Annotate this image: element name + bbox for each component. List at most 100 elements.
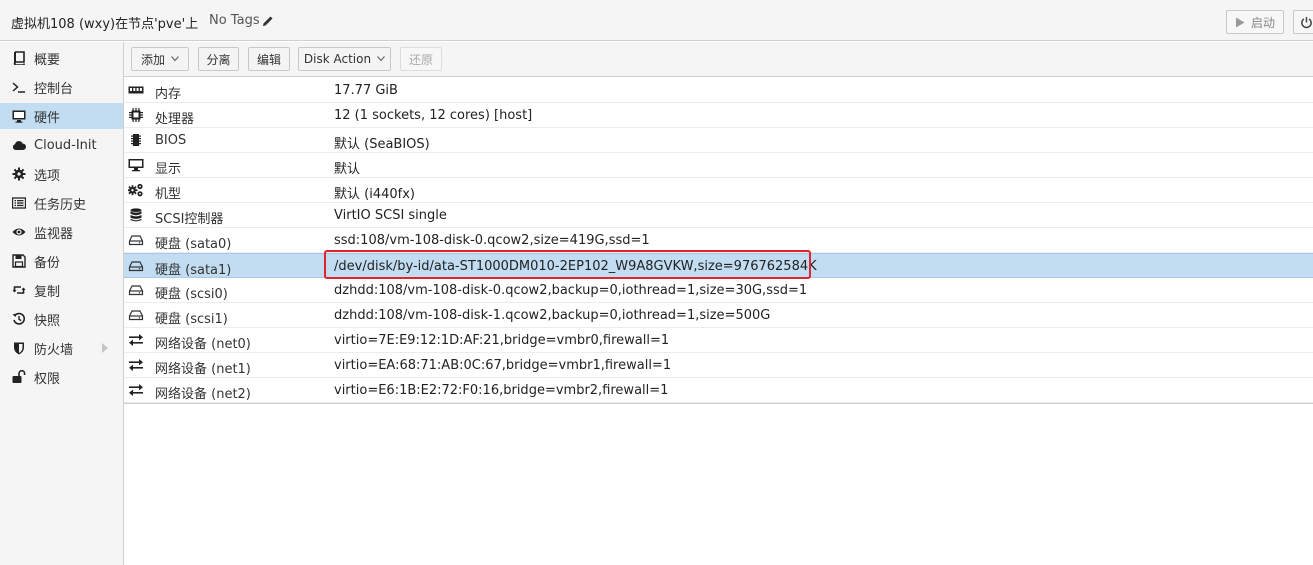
retweet-icon xyxy=(12,283,26,297)
edit-label: 编辑 xyxy=(256,52,281,67)
row-value: 默认 (i440fx) xyxy=(334,187,415,202)
exchange-icon xyxy=(128,358,144,372)
hardware-row-net2[interactable]: 网络设备 (net2) virtio=E6:1B:E2:72:F0:16,bri… xyxy=(124,378,1313,403)
hdd-icon xyxy=(128,259,144,273)
shield-icon xyxy=(12,341,26,355)
nav-item-task-history[interactable]: 任务历史 xyxy=(0,190,123,216)
nav-label: 控制台 xyxy=(34,81,74,97)
eye-icon xyxy=(12,225,26,239)
nav-item-hardware[interactable]: 硬件 xyxy=(0,103,123,129)
hardware-row-machine[interactable]: 机型 默认 (i440fx) xyxy=(124,178,1313,203)
row-label: 硬盘 (scsi0) xyxy=(155,287,228,302)
disk-action-label: Disk Action xyxy=(303,52,372,66)
nav-item-firewall[interactable]: 防火墙 xyxy=(0,335,123,361)
database-icon xyxy=(128,208,144,222)
nav-label: 监视器 xyxy=(34,226,74,242)
row-label: 硬盘 (sata0) xyxy=(155,237,232,252)
start-button[interactable]: 启动 xyxy=(1226,10,1284,34)
row-label: SCSI控制器 xyxy=(155,212,224,227)
row-label: 处理器 xyxy=(155,112,195,127)
hardware-toolbar: 添加 分离 编辑 Disk Action 还原 xyxy=(124,42,1313,77)
nav-item-summary[interactable]: 概要 xyxy=(0,45,123,71)
nav-item-console[interactable]: 控制台 xyxy=(0,74,123,100)
start-label: 启动 xyxy=(1250,15,1275,30)
hardware-row-net0[interactable]: 网络设备 (net0) virtio=7E:E9:12:1D:AF:21,bri… xyxy=(124,328,1313,353)
nav-item-snapshots[interactable]: 快照 xyxy=(0,306,123,332)
desktop-icon xyxy=(12,109,26,123)
hardware-row-memory[interactable]: 内存 17.77 GiB xyxy=(124,78,1313,103)
row-label: BIOS xyxy=(155,133,187,148)
nav-label: 选项 xyxy=(34,168,61,184)
row-label: 机型 xyxy=(155,187,182,202)
nav-label: 硬件 xyxy=(34,110,61,126)
row-label: 网络设备 (net1) xyxy=(155,362,251,377)
hdd-icon xyxy=(128,308,144,322)
nav-item-backup[interactable]: 备份 xyxy=(0,248,123,274)
nav-label: 权限 xyxy=(34,371,61,387)
hardware-row-sata0[interactable]: 硬盘 (sata0) ssd:108/vm-108-disk-0.qcow2,s… xyxy=(124,228,1313,253)
row-value: virtio=7E:E9:12:1D:AF:21,bridge=vmbr0,fi… xyxy=(334,333,670,348)
hardware-row-net1[interactable]: 网络设备 (net1) virtio=EA:68:71:AB:0C:67,bri… xyxy=(124,353,1313,378)
nav-item-monitor[interactable]: 监视器 xyxy=(0,219,123,245)
edit-button[interactable]: 编辑 xyxy=(248,47,290,71)
row-label: 显示 xyxy=(155,162,182,177)
row-label: 内存 xyxy=(155,87,182,102)
nav-label: 概要 xyxy=(34,52,61,68)
detach-button[interactable]: 分离 xyxy=(198,47,239,71)
book-icon xyxy=(12,51,26,65)
cloud-icon xyxy=(12,138,26,152)
chevron-down-icon xyxy=(377,56,386,62)
revert-button[interactable]: 还原 xyxy=(400,47,442,71)
hardware-row-scsi-controller[interactable]: SCSI控制器 VirtIO SCSI single xyxy=(124,203,1313,228)
row-value: dzhdd:108/vm-108-disk-0.qcow2,backup=0,i… xyxy=(334,283,808,298)
chevron-down-icon xyxy=(171,56,179,62)
hardware-row-display[interactable]: 显示 默认 xyxy=(124,153,1313,178)
pencil-icon[interactable] xyxy=(262,15,274,27)
row-value: ssd:108/vm-108-disk-0.qcow2,size=419G,ss… xyxy=(334,233,650,248)
row-value: virtio=E6:1B:E2:72:F0:16,bridge=vmbr2,fi… xyxy=(334,383,669,398)
row-label: 网络设备 (net2) xyxy=(155,387,251,402)
hardware-row-scsi0[interactable]: 硬盘 (scsi0) dzhdd:108/vm-108-disk-0.qcow2… xyxy=(124,278,1313,303)
cogs-icon xyxy=(128,183,144,197)
terminal-icon xyxy=(12,80,26,94)
row-value: /dev/disk/by-id/ata-ST1000DM010-2EP102_W… xyxy=(334,259,817,274)
nav-label: Cloud-Init xyxy=(34,137,97,153)
vm-nav-sidebar: 概要 控制台 硬件 Cloud-Init 选项 任务历史 监视器 备份 复制 快… xyxy=(0,42,124,565)
row-value: 12 (1 sockets, 12 cores) [host] xyxy=(334,108,533,123)
detach-label: 分离 xyxy=(206,52,231,67)
hdd-icon xyxy=(128,283,144,297)
exchange-icon xyxy=(128,333,144,347)
nav-item-cloud-init[interactable]: Cloud-Init xyxy=(0,132,123,158)
chip-icon xyxy=(128,133,144,147)
hardware-row-bios[interactable]: BIOS 默认 (SeaBIOS) xyxy=(124,128,1313,153)
nav-item-options[interactable]: 选项 xyxy=(0,161,123,187)
revert-label: 还原 xyxy=(408,52,433,67)
row-value: 默认 (SeaBIOS) xyxy=(334,137,430,152)
history-icon xyxy=(12,312,26,326)
nav-label: 复制 xyxy=(34,284,61,300)
hardware-row-processors[interactable]: 处理器 12 (1 sockets, 12 cores) [host] xyxy=(124,103,1313,128)
tags-editor[interactable]: No Tags xyxy=(209,13,274,28)
hardware-row-sata1[interactable]: 硬盘 (sata1) /dev/disk/by-id/ata-ST1000DM0… xyxy=(124,253,1313,278)
desktop-icon xyxy=(128,158,144,172)
unlock-icon xyxy=(12,370,26,384)
hardware-row-scsi1[interactable]: 硬盘 (scsi1) dzhdd:108/vm-108-disk-1.qcow2… xyxy=(124,303,1313,328)
row-label: 硬盘 (sata1) xyxy=(155,263,232,278)
disk-action-dropdown-button[interactable]: Disk Action xyxy=(298,47,391,71)
nav-label: 备份 xyxy=(34,255,61,271)
nav-item-permissions[interactable]: 权限 xyxy=(0,364,123,390)
floppy-icon xyxy=(12,254,26,268)
row-value: dzhdd:108/vm-108-disk-1.qcow2,backup=0,i… xyxy=(334,308,771,323)
nav-item-replication[interactable]: 复制 xyxy=(0,277,123,303)
power-icon xyxy=(1300,16,1312,28)
add-label: 添加 xyxy=(140,52,165,67)
row-label: 网络设备 (net0) xyxy=(155,337,251,352)
shutdown-button[interactable] xyxy=(1293,10,1313,34)
header-bar: 虚拟机108 (wxy)在节点'pve'上 No Tags 启动 xyxy=(0,0,1313,41)
play-icon xyxy=(1235,17,1245,27)
chevron-right-icon xyxy=(102,343,108,353)
add-dropdown-button[interactable]: 添加 xyxy=(131,47,189,71)
row-value: 17.77 GiB xyxy=(334,83,398,98)
gear-icon xyxy=(12,167,26,181)
list-icon xyxy=(12,196,26,210)
